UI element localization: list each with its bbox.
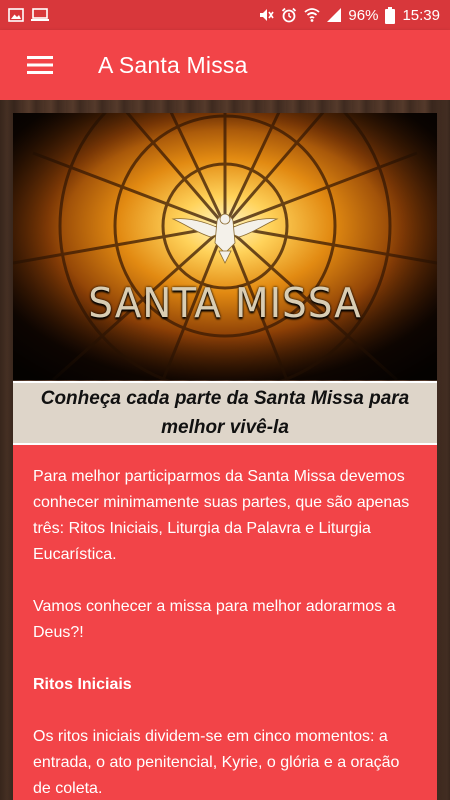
hero-title: SANTA MISSA — [88, 279, 362, 327]
hamburger-menu-icon — [27, 56, 53, 74]
image-icon — [8, 8, 24, 22]
wifi-icon — [304, 7, 321, 23]
status-left — [8, 8, 49, 22]
clock-time: 15:39 — [402, 6, 440, 24]
page-title: A Santa Missa — [98, 51, 248, 78]
monitor-icon — [31, 8, 49, 22]
hero-caption: Conheça cada parte da Santa Missa para m… — [13, 381, 437, 445]
alarm-icon — [281, 7, 297, 23]
content-card: Para melhor participarmos da Santa Missa… — [13, 445, 437, 800]
stained-glass-image — [13, 113, 437, 380]
status-bar: 96% 15:39 — [0, 0, 450, 30]
battery-icon — [385, 6, 396, 24]
hamburger-menu-button[interactable] — [12, 37, 68, 93]
intro-paragraph: Para melhor participarmos da Santa Missa… — [33, 468, 410, 563]
mute-icon — [258, 7, 275, 23]
app-bar: A Santa Missa — [0, 30, 450, 100]
status-right: 96% 15:39 — [258, 6, 440, 24]
hero-image: SANTA MISSA — [13, 113, 437, 380]
rites-paragraph: Os ritos iniciais dividem-se em cinco mo… — [33, 728, 400, 797]
invite-paragraph: Vamos conhecer a missa para melhor adora… — [33, 598, 396, 641]
battery-level: 96% — [348, 6, 379, 24]
signal-icon — [327, 8, 342, 22]
section-title: Ritos Iniciais — [33, 676, 132, 693]
